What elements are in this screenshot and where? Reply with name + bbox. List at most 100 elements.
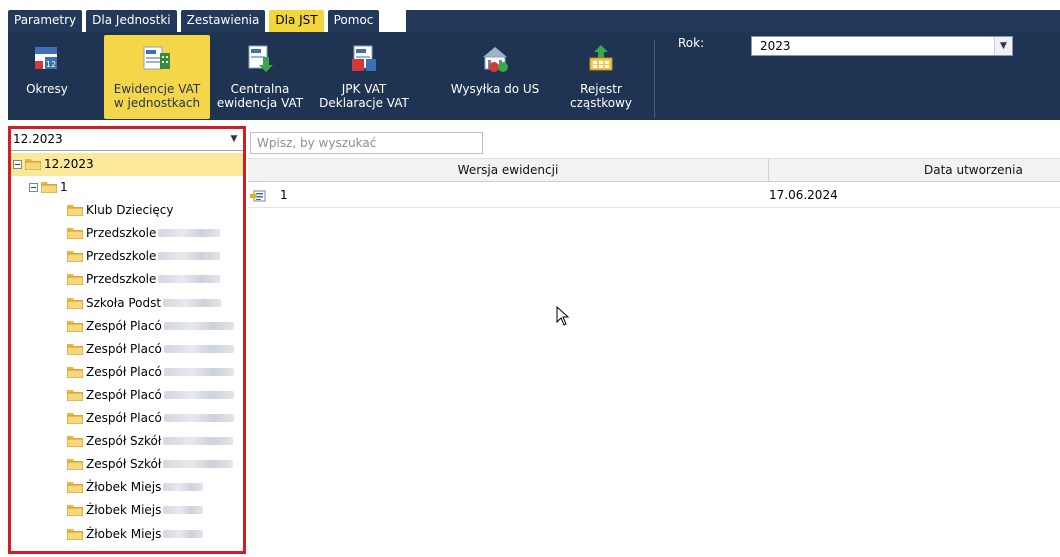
tree-item-label: Zespół Placó — [86, 387, 162, 402]
redacted-text — [163, 298, 221, 307]
ribbon-toolbar: 12 Okresy Ewidencje VAT w jednostkach Ce… — [8, 32, 1060, 120]
tree-item-label: Zespół Szkół — [86, 434, 162, 449]
folder-icon — [67, 413, 83, 425]
tree-item-unit[interactable]: Przedszkole — [11, 222, 243, 245]
tree-item-unit[interactable]: Żłobek Miejs — [11, 476, 243, 499]
tree-item-label: Szkoła Podst — [86, 295, 162, 310]
folder-icon — [67, 482, 83, 494]
vat-declaration-icon — [352, 45, 376, 71]
tree-item-label: Zespół Szkół — [86, 457, 162, 472]
cell-created: 17.06.2024 — [769, 188, 838, 202]
mouse-pointer-icon — [556, 306, 570, 326]
tree-item-label: Żłobek Miejs — [86, 503, 162, 518]
tree-item-label: Zespół Placó — [86, 411, 162, 426]
tree-item-label: Żłobek Miejs — [86, 480, 162, 495]
folder-icon — [67, 436, 83, 448]
tree-item-unit[interactable]: Zespół Placó — [11, 407, 243, 430]
folder-icon — [67, 389, 83, 401]
column-header-data[interactable]: Data utworzenia — [924, 159, 1023, 182]
tree-item-unit[interactable]: Przedszkole — [11, 268, 243, 291]
chevron-down-icon[interactable]: ▼ — [994, 37, 1012, 55]
column-header-wersja[interactable]: Wersja ewidencji — [248, 159, 768, 182]
tree-item-folder[interactable]: 12.2023 — [11, 153, 243, 177]
okresy-label: Okresy — [26, 82, 68, 96]
redacted-text — [163, 460, 233, 469]
tab-dla-jst[interactable]: Dla JST — [269, 10, 324, 32]
tree-item-label: Zespół Placó — [86, 341, 162, 356]
rejestr-label-1: Rejestr — [580, 82, 622, 96]
redacted-text — [164, 321, 234, 330]
redacted-text — [163, 529, 203, 538]
folder-icon — [41, 182, 57, 194]
jpk-vat-button[interactable]: JPK VAT Deklaracje VAT — [314, 35, 414, 119]
tree-item-unit[interactable]: Zespół Placó — [11, 338, 243, 361]
folder-icon — [67, 320, 83, 332]
centralna-label-2: ewidencja VAT — [216, 96, 304, 110]
record-icon — [250, 190, 266, 202]
centralna-label-1: Centralna — [230, 82, 290, 96]
tree-item-unit[interactable]: Zespół Szkół — [11, 430, 243, 453]
folder-icon — [67, 459, 83, 471]
tree-item-label: Zespół Placó — [86, 364, 162, 379]
ewidencje-vat-label-1: Ewidencje VAT — [113, 82, 201, 96]
folder-icon — [67, 297, 83, 309]
tree-item-unit[interactable]: Szkoła Podst — [11, 292, 243, 315]
tree-item-label: 12.2023 — [44, 157, 94, 171]
ribbon-separator — [654, 40, 655, 118]
collapse-icon[interactable] — [13, 160, 22, 169]
tree-item-label: Przedszkole — [86, 226, 157, 241]
vat-units-icon — [143, 46, 170, 70]
tree-item-unit[interactable]: Klub Dziecięcy — [11, 199, 243, 222]
jpk-vat-label-2: Deklaracje VAT — [319, 96, 409, 110]
grid-header: Wersja ewidencji Data utworzenia — [248, 158, 1060, 182]
chevron-down-icon[interactable]: ▼ — [227, 132, 241, 146]
tree-item-unit[interactable]: Zespół Placó — [11, 384, 243, 407]
units-tree-panel: 12.2023 ▼ 12.2023 1 Klub Dziecięcy Przedszk… — [8, 126, 246, 554]
menu-bar: Parametry Dla Jednostki Zestawienia Dla … — [0, 0, 1060, 32]
redacted-text — [164, 390, 234, 399]
tab-pomoc[interactable]: Pomoc — [327, 10, 380, 32]
rejestr-label-2: cząstkowy — [570, 96, 632, 110]
redacted-text — [158, 275, 220, 284]
tab-parametry[interactable]: Parametry — [8, 10, 83, 32]
tree-item-label: Zespół Placó — [86, 318, 162, 333]
tree-item-unit[interactable]: Zespół Placó — [11, 361, 243, 384]
redacted-text — [164, 344, 234, 353]
tree-item-label: 1 — [60, 180, 68, 195]
folder-icon — [67, 505, 83, 517]
tree-item-unit[interactable]: Zespół Szkół — [11, 453, 243, 476]
folder-icon — [67, 205, 83, 217]
year-value: 2023 — [760, 39, 791, 53]
rejestr-czastkowy-button[interactable]: Rejestr cząstkowy — [560, 35, 642, 119]
search-input[interactable]: Wpisz, by wyszukać — [250, 132, 483, 154]
folder-icon — [67, 343, 83, 355]
partial-register-icon — [589, 45, 613, 71]
tree-item-unit[interactable]: Żłobek Miejs — [11, 523, 243, 546]
redacted-text — [164, 367, 234, 376]
collapse-icon[interactable] — [29, 183, 38, 193]
centralna-ewidencja-button[interactable]: Centralna ewidencja VAT — [214, 35, 306, 119]
redacted-text — [158, 229, 220, 238]
ewidencje-vat-button[interactable]: Ewidencje VAT w jednostkach — [104, 35, 210, 119]
okresy-button[interactable]: 12 Okresy — [12, 35, 82, 119]
tab-dla-jednostki[interactable]: Dla Jednostki — [86, 10, 177, 32]
units-tree: 12.2023 1 Klub Dziecięcy Przedszkole Przedsz… — [11, 153, 243, 546]
tree-item-unit[interactable]: Żłobek Miejs — [11, 499, 243, 522]
column-divider[interactable] — [768, 159, 769, 182]
redacted-text — [163, 506, 203, 515]
jpk-vat-label-1: JPK VAT — [341, 82, 387, 96]
year-select[interactable]: 2023 ▼ — [751, 36, 1013, 56]
tree-item-unit[interactable]: Przedszkole — [11, 245, 243, 268]
wysylka-do-us-button[interactable]: Wysyłka do US — [444, 35, 546, 119]
period-select[interactable]: 12.2023 ▼ — [11, 129, 243, 151]
year-label: Rok: — [678, 36, 705, 50]
tree-item-unit[interactable]: Zespół Placó — [11, 315, 243, 338]
folder-icon — [67, 274, 83, 286]
tree-item-folder[interactable]: 1 — [11, 176, 243, 199]
menu-bar-fill — [406, 10, 1060, 32]
tree-item-label: Przedszkole — [86, 249, 157, 264]
folder-icon — [67, 228, 83, 240]
cell-version: 1 — [280, 188, 288, 202]
tab-zestawienia[interactable]: Zestawienia — [180, 10, 266, 32]
table-row[interactable]: 1 17.06.2024 — [248, 184, 1060, 208]
